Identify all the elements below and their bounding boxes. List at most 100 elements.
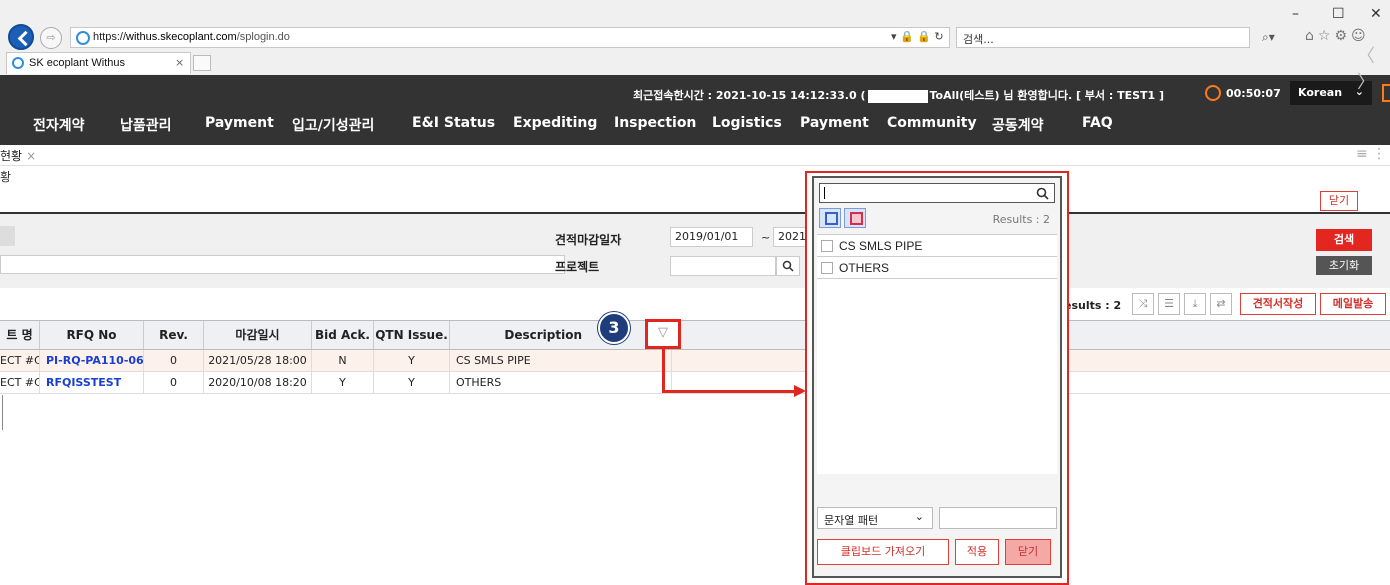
date-from-input[interactable]: 2019/01/01 <box>670 227 753 247</box>
content-tab-close-icon[interactable]: × <box>26 149 36 163</box>
user-info: 최근접속한시간 : 2021-10-15 14:12:33.0 ( ToAll(테… <box>633 87 1164 103</box>
shuffle-icon[interactable]: ⤨ <box>1132 293 1154 315</box>
download-icon[interactable]: ⤓ <box>1184 293 1206 315</box>
cell-deadline: 2020/10/08 18:20 <box>204 372 312 393</box>
swap-icon[interactable]: ⇄ <box>1210 293 1232 315</box>
address-bar[interactable]: https://withus.skecoplant.com/splogin.do… <box>70 27 950 48</box>
column-header-rev[interactable]: Rev. <box>144 321 204 349</box>
pattern-select[interactable]: 문자열 패턴 ⌄ <box>817 507 933 529</box>
content-tab[interactable]: 현황 × <box>0 147 36 164</box>
nav-item-ei-status[interactable]: E&I Status <box>412 115 495 131</box>
close-button[interactable]: 닫기 <box>1005 539 1051 565</box>
session-timer: 00:50:07 <box>1226 87 1281 100</box>
divider <box>2 395 3 430</box>
forward-arrow-icon[interactable]: ⇨ <box>40 27 62 49</box>
cell-qtn-issue: Y <box>374 350 450 371</box>
filter-results-count: Results : 2 <box>992 213 1050 226</box>
list-item[interactable]: CS SMLS PIPE <box>817 235 1057 257</box>
column-header-deadline[interactable]: 마감일시 <box>204 321 312 349</box>
browser-search-icon[interactable]: ⌕▾ <box>1262 30 1275 45</box>
table-row[interactable]: ECT #C PI-RQ-PA110-06 0 2021/05/28 18:00… <box>0 350 1390 372</box>
step-badge: 3 <box>598 312 630 344</box>
nav-item-payment-2[interactable]: Payment <box>800 115 869 131</box>
close-page-button[interactable]: 닫기 <box>1320 191 1358 211</box>
chevron-down-icon: ⌄ <box>914 510 924 523</box>
column-header-rfq-no[interactable]: RFQ No <box>40 321 144 349</box>
annotation-arrow-line <box>662 349 665 392</box>
pattern-input[interactable] <box>939 507 1057 529</box>
nav-item-inspection[interactable]: Inspection <box>614 115 696 131</box>
uncheck-all-icon[interactable] <box>844 208 866 228</box>
back-arrow-icon[interactable] <box>8 24 34 50</box>
ie-favicon-icon <box>76 31 90 45</box>
redacted-name <box>867 89 928 103</box>
url-host: withus.skecoplant.com <box>126 31 237 43</box>
column-header-qtn-issue[interactable]: QTN Issue. <box>374 321 450 349</box>
cell-deadline: 2021/05/28 18:00 <box>204 350 312 371</box>
checkbox[interactable] <box>821 262 833 274</box>
browser-search-placeholder: 검색... <box>963 33 994 46</box>
nav-item-community[interactable]: Community <box>887 115 977 131</box>
filter-search-input[interactable] <box>819 183 1055 203</box>
column-header-description[interactable]: Description <box>450 321 672 349</box>
nav-item-expediting[interactable]: Expediting <box>513 115 597 131</box>
cell-project: ECT #C <box>0 350 40 371</box>
hamburger-icon[interactable]: ≡ ⋮ <box>1356 146 1386 162</box>
language-value: Korean <box>1298 86 1343 99</box>
reset-button[interactable]: 초기화 <box>1316 256 1372 275</box>
cell-rev: 0 <box>144 372 204 393</box>
nav-item-contract[interactable]: 전자계약 <box>33 115 85 135</box>
list-icon[interactable]: ☰ <box>1158 293 1180 315</box>
filter-value-list: CS SMLS PIPE OTHERS <box>817 234 1057 474</box>
tab-close-icon[interactable]: × <box>175 56 184 69</box>
project-search-icon[interactable] <box>776 256 800 276</box>
cell-bid-ack: Y <box>312 372 374 393</box>
nav-item-delivery[interactable]: 납품관리 <box>120 115 172 135</box>
cell-bid-ack: N <box>312 350 374 371</box>
search-icon[interactable] <box>1036 185 1049 203</box>
apply-button[interactable]: 적용 <box>955 539 999 565</box>
project-label: 프로젝트 <box>555 260 600 274</box>
nav-item-receiving[interactable]: 입고/기성관리 <box>292 115 374 135</box>
tab-favicon-icon <box>12 57 24 69</box>
nav-item-logistics[interactable]: Logistics <box>712 115 782 131</box>
annotation-arrow-line <box>662 390 797 393</box>
cell-description: CS SMLS PIPE <box>450 350 672 371</box>
mail-send-button[interactable]: 메일발송 <box>1320 293 1386 315</box>
project-input[interactable] <box>670 256 776 276</box>
search-field-left[interactable] <box>0 226 15 246</box>
last-access-text: 최근접속한시간 : 2021-10-15 14:12:33.0 ( <box>633 89 866 102</box>
browser-search-box[interactable]: 검색... <box>956 27 1250 48</box>
url-path: /splogin.do <box>236 31 290 43</box>
checkbox[interactable] <box>821 240 833 252</box>
browser-tab[interactable]: SK ecoplant Withus × <box>6 52 191 74</box>
close-window-button[interactable]: ✕ <box>1370 6 1382 22</box>
nav-item-payment[interactable]: Payment <box>205 115 274 131</box>
nav-item-faq[interactable]: FAQ <box>1082 115 1113 131</box>
address-tools[interactable]: ▾ 🔒 🔒 ↻ <box>891 30 944 43</box>
nav-scroll-arrows[interactable]: 〈 〉 <box>1357 42 1390 94</box>
search-input-left[interactable] <box>0 255 565 274</box>
welcome-text: ToAll(테스트) 님 환영합니다. [ 부서 : TEST1 ] <box>929 89 1165 102</box>
list-item[interactable]: OTHERS <box>817 257 1057 279</box>
nav-item-joint-contract[interactable]: 공동계약 <box>992 115 1044 135</box>
clock-icon <box>1205 85 1221 101</box>
check-all-icon[interactable] <box>819 208 841 228</box>
search-panel: 견적마감일자 2019/01/01 ~ 2021/ 프로젝트 <box>0 214 1390 288</box>
rfq-link[interactable]: PI-RQ-PA110-06 <box>40 350 144 371</box>
column-header-bid-ack[interactable]: Bid Ack. <box>312 321 374 349</box>
new-tab-button[interactable] <box>193 55 211 71</box>
filter-popup: Results : 2 CS SMLS PIPE OTHERS 문자열 패턴 ⌄… <box>812 176 1062 578</box>
filter-popup-footer: 문자열 패턴 ⌄ 클립보드 가져오기 적용 닫기 <box>817 499 1057 575</box>
url-text[interactable]: https://withus.skecoplant.com/splogin.do <box>93 31 290 43</box>
quote-write-button[interactable]: 견적서작성 <box>1240 293 1316 315</box>
minimize-button[interactable]: – <box>1292 6 1299 22</box>
maximize-button[interactable]: ☐ <box>1332 6 1345 22</box>
clipboard-import-button[interactable]: 클립보드 가져오기 <box>817 539 949 565</box>
rfq-link[interactable]: RFQISSTEST <box>40 372 144 393</box>
tab-title: SK ecoplant Withus <box>29 57 125 69</box>
column-header-project[interactable]: 트 명 <box>0 321 40 349</box>
filter-icon[interactable]: ▽ <box>645 319 681 349</box>
search-button[interactable]: 검색 <box>1316 229 1372 251</box>
deadline-label: 견적마감일자 <box>555 233 622 247</box>
